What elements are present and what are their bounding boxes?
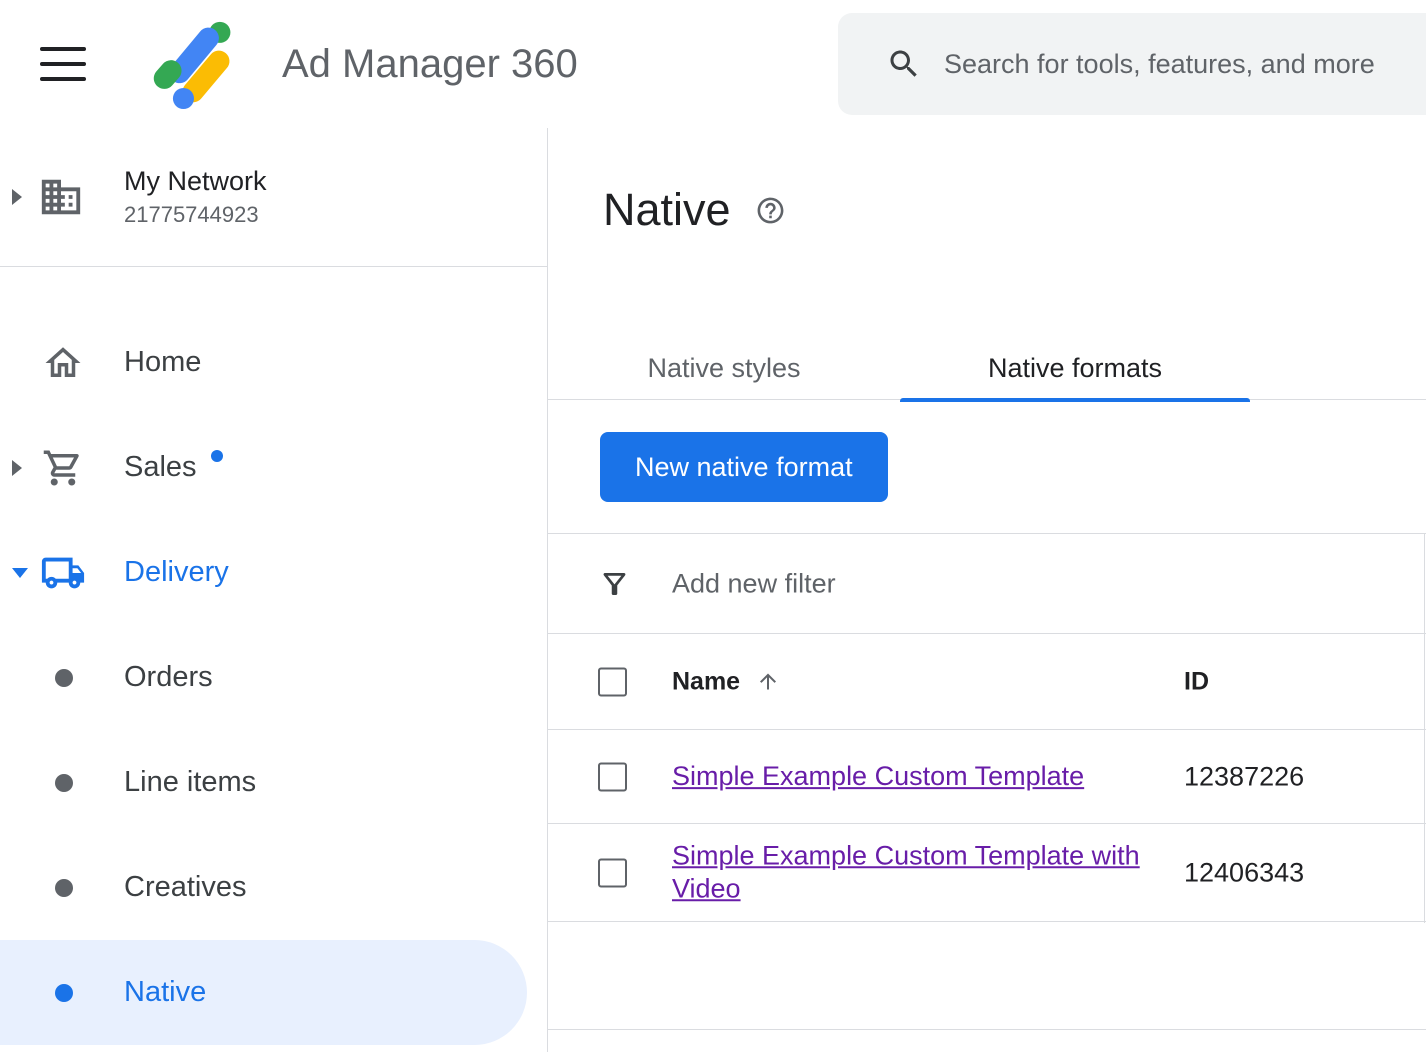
filter-icon[interactable]: [598, 567, 631, 600]
table-right-border: [1424, 533, 1425, 923]
sidebar-item-label: Sales: [124, 451, 197, 484]
app-header: Ad Manager 360: [0, 0, 1426, 128]
search-icon: [886, 46, 922, 82]
sidebar-item-orders[interactable]: Orders: [0, 625, 548, 730]
filter-bar: Add new filter: [548, 533, 1426, 634]
network-name: My Network: [124, 166, 267, 197]
row-checkbox[interactable]: [598, 762, 627, 791]
sidebar-item-home[interactable]: Home: [0, 310, 548, 415]
bullet-icon: [55, 669, 73, 687]
menu-icon[interactable]: [40, 47, 86, 81]
network-selector[interactable]: My Network 21775744923: [0, 128, 547, 267]
tab-native-styles[interactable]: Native styles: [548, 336, 900, 400]
bullet-icon: [55, 774, 73, 792]
table-row: Simple Example Custom Template with Vide…: [548, 824, 1426, 922]
add-filter-button[interactable]: Add new filter: [672, 568, 836, 599]
ad-manager-logo-icon: [148, 18, 240, 110]
app-title: Ad Manager 360: [282, 42, 578, 87]
tab-bar: Native styles Native formats: [548, 336, 1426, 400]
sidebar-item-native[interactable]: Native: [0, 940, 527, 1045]
sort-asc-icon: [756, 670, 780, 694]
row-id: 12406343: [1184, 857, 1304, 888]
expand-right-icon[interactable]: [12, 460, 22, 476]
bullet-icon: [55, 984, 73, 1002]
home-icon: [40, 342, 86, 384]
table-header-row: Name ID: [548, 634, 1426, 730]
expand-down-icon[interactable]: [12, 568, 28, 578]
sidebar-item-delivery[interactable]: Delivery: [0, 520, 548, 625]
expand-right-icon[interactable]: [12, 189, 22, 205]
main-content: Native Native styles Native formats New …: [548, 128, 1426, 1052]
sidebar-nav: Home Sales Delivery: [0, 267, 547, 1045]
page-title: Native: [603, 184, 731, 236]
sidebar-item-label: Delivery: [124, 556, 229, 589]
delivery-icon: [40, 550, 86, 596]
sales-icon: [40, 447, 86, 489]
sidebar-item-sales[interactable]: Sales: [0, 415, 548, 520]
new-native-format-button[interactable]: New native format: [600, 432, 888, 502]
network-id: 21775744923: [124, 202, 267, 228]
native-format-link[interactable]: Simple Example Custom Template with Vide…: [672, 840, 1140, 904]
sidebar-item-label: Home: [124, 346, 201, 379]
row-checkbox[interactable]: [598, 858, 627, 887]
search-bar[interactable]: [838, 13, 1426, 115]
native-format-link[interactable]: Simple Example Custom Template: [672, 761, 1084, 791]
sidebar-item-label: Creatives: [124, 871, 247, 904]
row-id: 12387226: [1184, 761, 1304, 792]
network-icon: [38, 174, 84, 220]
table-footer-divider: [548, 1029, 1426, 1030]
select-all-checkbox[interactable]: [598, 667, 627, 696]
tab-native-formats[interactable]: Native formats: [900, 336, 1250, 400]
table-row: Simple Example Custom Template 12387226: [548, 730, 1426, 824]
sidebar-item-label: Native: [124, 976, 206, 1009]
search-input[interactable]: [944, 49, 1426, 80]
sidebar: My Network 21775744923 Home: [0, 128, 548, 1052]
notification-dot-icon: [211, 450, 223, 462]
sidebar-item-label: Orders: [124, 661, 213, 694]
help-icon[interactable]: [755, 195, 786, 226]
column-header-id[interactable]: ID: [1184, 667, 1209, 696]
column-header-name[interactable]: Name: [672, 667, 780, 696]
bullet-icon: [55, 879, 73, 897]
sidebar-item-label: Line items: [124, 766, 256, 799]
sidebar-item-line-items[interactable]: Line items: [0, 730, 548, 835]
column-header-name-label: Name: [672, 667, 740, 696]
sidebar-item-creatives[interactable]: Creatives: [0, 835, 548, 940]
